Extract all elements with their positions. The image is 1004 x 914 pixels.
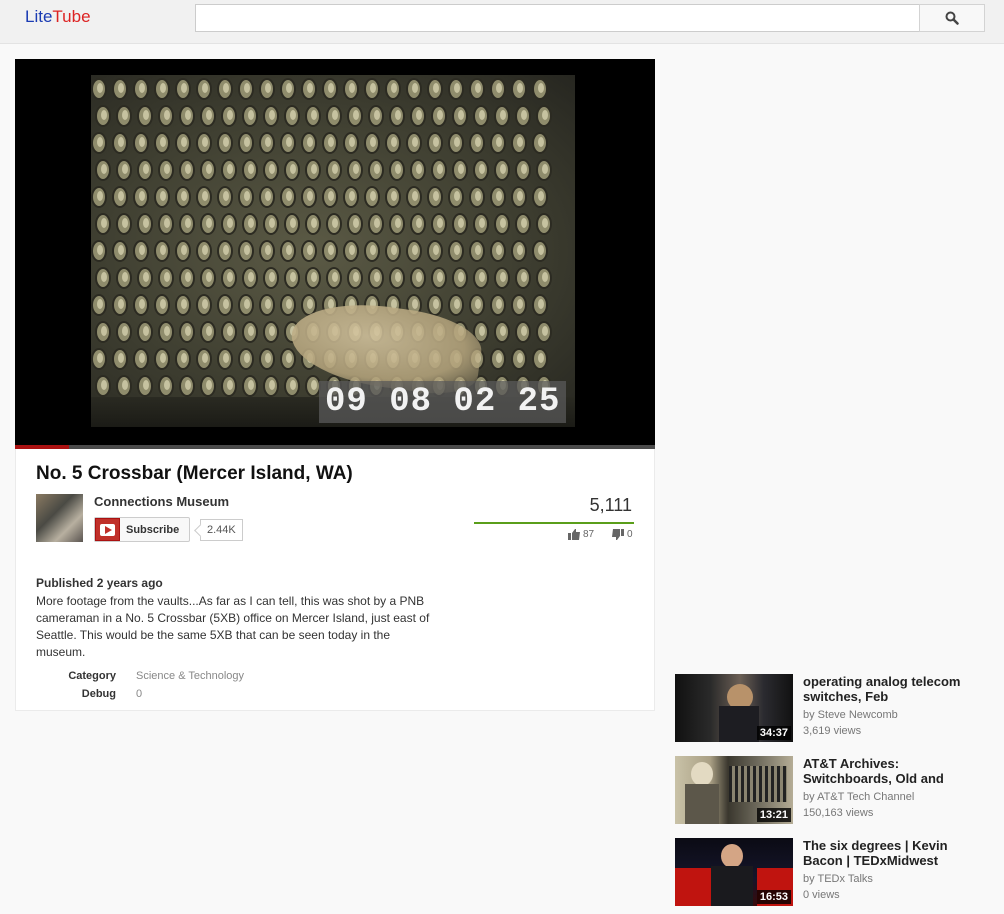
video-description: More footage from the vaults...As far as…: [36, 594, 430, 659]
like-count: 87: [583, 529, 595, 540]
dislike-button[interactable]: 0: [612, 529, 633, 540]
video-thumbnail: 13:21: [675, 756, 793, 824]
thumbs-up-icon: [568, 529, 580, 540]
dislike-count: 0: [627, 529, 633, 540]
video-title[interactable]: The six degrees | Kevin Bacon | TEDxMidw…: [803, 838, 963, 868]
published-label: Published: [36, 576, 94, 590]
masthead: LiteTube: [0, 0, 1004, 44]
logo-tube: Tube: [52, 7, 91, 26]
like-button[interactable]: 87: [568, 529, 594, 540]
video-views: 3,619 views: [803, 725, 862, 737]
subscriber-count: 2.44K: [200, 519, 243, 541]
video-channel: by TEDx Talks: [803, 873, 873, 885]
video-duration: 13:21: [756, 808, 791, 822]
video-info-panel: No. 5 Crossbar (Mercer Island, WA) Conne…: [15, 449, 655, 711]
view-count: 5,111: [589, 495, 632, 515]
video-thumbnail: 16:53: [675, 838, 793, 906]
video-channel: by Steve Newcomb: [803, 709, 898, 721]
debug-value: 0: [136, 688, 143, 700]
sentiment-bar: [474, 522, 634, 524]
category-label: Category: [68, 670, 116, 682]
debug-label: Debug: [81, 688, 116, 700]
recommended-video[interactable]: 13:21 AT&T Archives: Switchboards, Old a…: [675, 756, 995, 824]
video-duration: 34:37: [756, 726, 791, 740]
litetube-logo[interactable]: LiteTube: [25, 7, 91, 27]
category-value[interactable]: Science & Technology: [136, 670, 244, 682]
subscribe-label: Subscribe: [126, 523, 180, 536]
search-icon: [945, 11, 959, 25]
youtube-play-icon: [95, 518, 120, 541]
search-button[interactable]: [919, 4, 985, 32]
video-channel: by AT&T Tech Channel: [803, 791, 915, 803]
video-title[interactable]: operating analog telecom switches, Feb: [803, 674, 963, 704]
video-views: 0 views: [803, 889, 840, 901]
timecode: 09 08 02 25: [319, 381, 567, 423]
video-duration: 16:53: [756, 890, 791, 904]
recommended-video[interactable]: 16:53 The six degrees | Kevin Bacon | TE…: [675, 838, 995, 906]
thumbs-down-icon: [612, 529, 624, 540]
video-player[interactable]: 09 08 02 25: [15, 59, 655, 449]
search-input[interactable]: [195, 4, 920, 32]
video-views: 150,163 views: [803, 807, 874, 819]
published-ago: 2 years ago: [96, 576, 163, 590]
channel-name[interactable]: Connections Museum: [94, 494, 229, 509]
recommended-video[interactable]: 34:37 operating analog telecom switches,…: [675, 674, 995, 742]
published-date: Published 2 years ago: [36, 576, 163, 590]
video-title[interactable]: AT&T Archives: Switchboards, Old and: [803, 756, 963, 786]
channel-avatar[interactable]: [36, 494, 83, 542]
video-thumbnail: 34:37: [675, 674, 793, 742]
video-title: No. 5 Crossbar (Mercer Island, WA): [36, 463, 353, 484]
video-frame: 09 08 02 25: [91, 75, 575, 427]
subscribe-button[interactable]: Subscribe: [94, 517, 190, 542]
logo-lite: Lite: [25, 7, 53, 26]
